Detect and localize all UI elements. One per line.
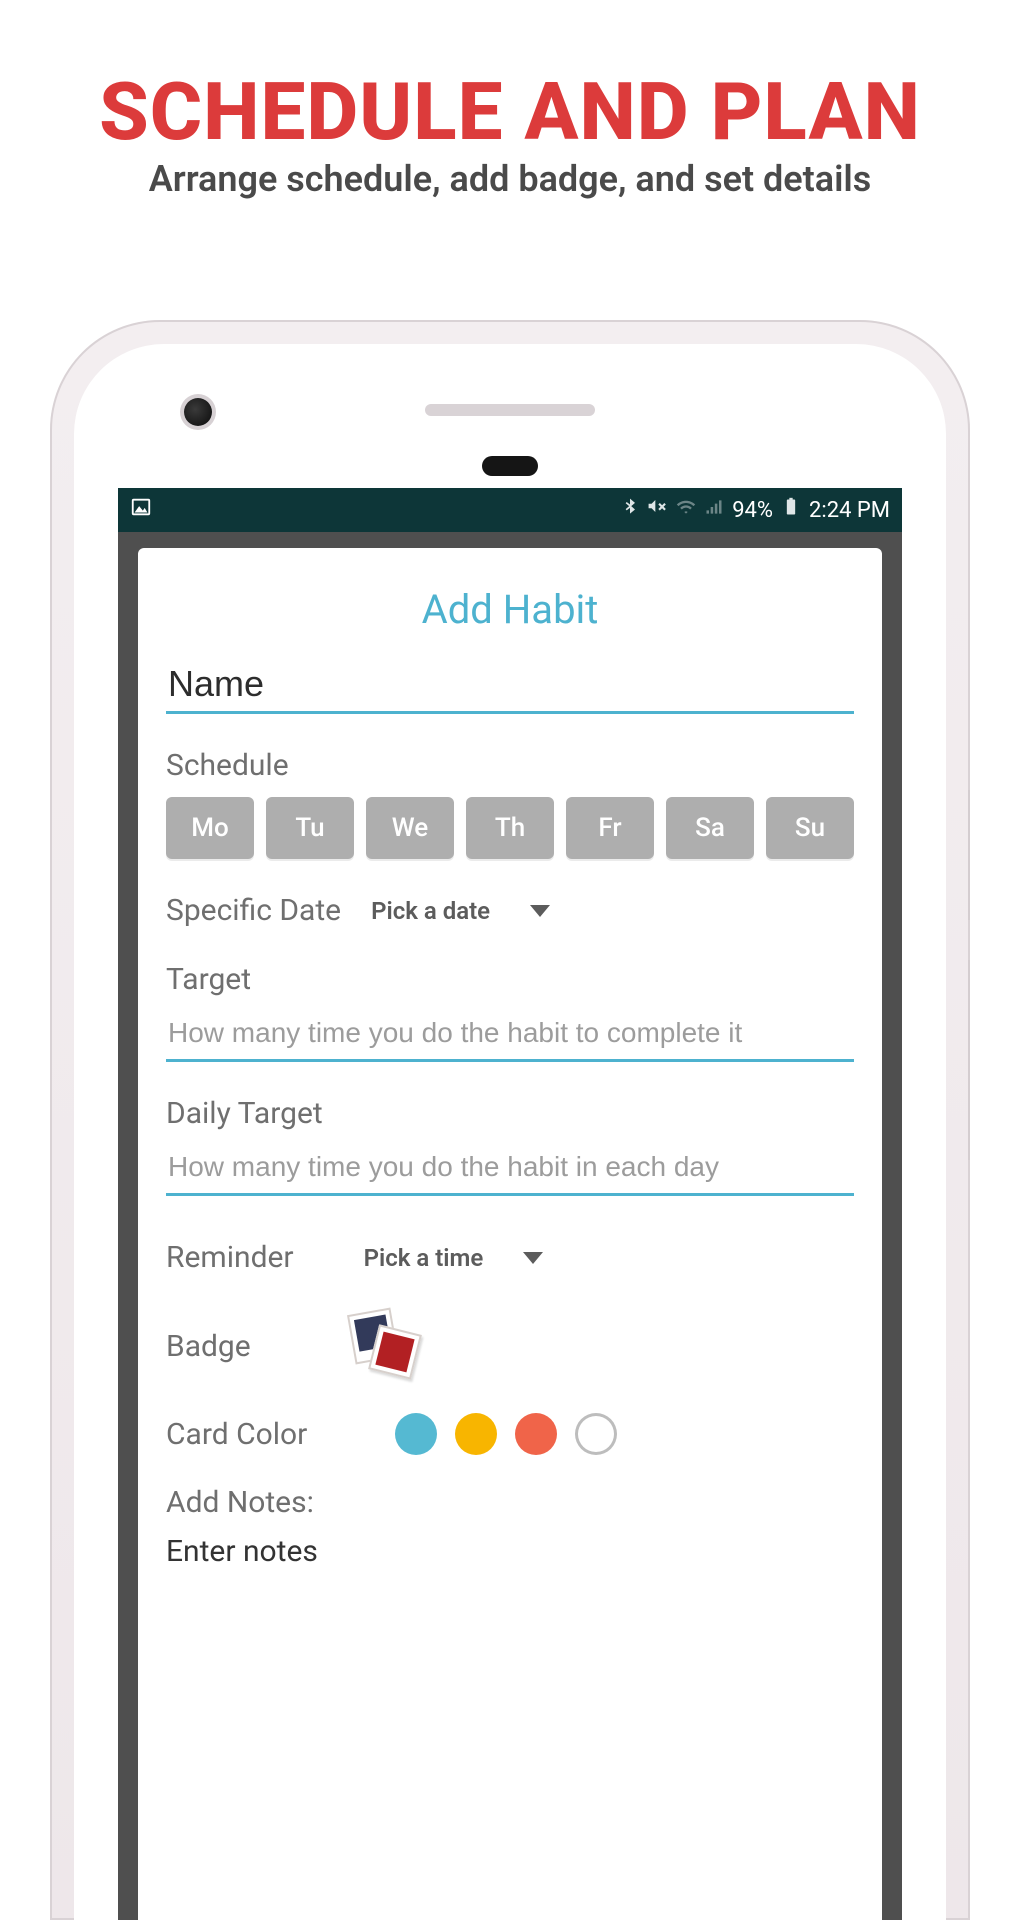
signal-icon [704,497,724,523]
picture-icon [130,496,152,524]
color-swatch-coral[interactable] [515,1413,557,1455]
reminder-picker[interactable]: Pick a time [364,1244,544,1272]
daily-target-label: Daily Target [166,1096,854,1131]
status-time: 2:24 PM [809,498,890,523]
daily-target-input[interactable] [166,1145,854,1196]
battery-icon [781,497,801,523]
bluetooth-icon [620,497,640,523]
specific-date-value: Pick a date [371,897,490,925]
color-swatch-yellow[interactable] [455,1413,497,1455]
card-color-label: Card Color [166,1417,307,1452]
day-toggle-fr[interactable]: Fr [566,797,654,859]
reminder-label: Reminder [166,1240,294,1275]
day-toggle-we[interactable]: We [366,797,454,859]
habit-name-input[interactable] [166,657,854,714]
add-habit-form: Add Habit Schedule Mo Tu We Th Fr Sa Su … [138,548,882,1920]
battery-percent: 94% [732,498,773,523]
color-swatch-none[interactable] [575,1413,617,1455]
promo-subtitle: Arrange schedule, add badge, and set det… [0,158,1020,200]
chevron-down-icon [523,1252,543,1264]
chevron-down-icon [530,905,550,917]
phone-frame: 94% 2:24 PM Add Habit Schedule Mo Tu We … [50,320,970,1920]
day-toggle-tu[interactable]: Tu [266,797,354,859]
reminder-value: Pick a time [364,1244,484,1272]
phone-side-button [968,790,970,920]
phone-camera [184,398,212,426]
target-label: Target [166,962,854,997]
target-input[interactable] [166,1011,854,1062]
color-swatch-blue[interactable] [395,1413,437,1455]
phone-speaker [425,404,595,416]
phone-side-button [968,960,970,1160]
schedule-days: Mo Tu We Th Fr Sa Su [166,797,854,859]
promo-title: SCHEDULE AND PLAN [0,70,1020,154]
specific-date-label: Specific Date [166,893,341,928]
day-toggle-th[interactable]: Th [466,797,554,859]
notes-label: Add Notes: [166,1485,854,1520]
day-toggle-su[interactable]: Su [766,797,854,859]
badge-picker[interactable] [351,1311,421,1381]
badge-label: Badge [166,1329,251,1364]
mute-icon [648,497,668,523]
phone-sensor [482,456,538,476]
specific-date-picker[interactable]: Pick a date [371,897,550,925]
wifi-icon [676,497,696,523]
notes-input[interactable]: Enter notes [166,1534,854,1569]
status-bar: 94% 2:24 PM [118,488,902,532]
screen: 94% 2:24 PM Add Habit Schedule Mo Tu We … [118,488,902,1920]
schedule-label: Schedule [166,748,854,783]
day-toggle-sa[interactable]: Sa [666,797,754,859]
day-toggle-mo[interactable]: Mo [166,797,254,859]
card-color-swatches [395,1413,617,1455]
page-title: Add Habit [166,586,854,633]
